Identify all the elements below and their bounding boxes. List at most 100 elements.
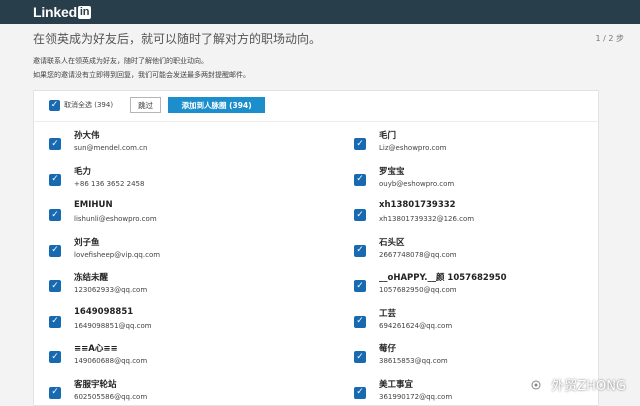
logo-text: Linked [33, 4, 77, 20]
check-icon: ✓ [51, 351, 59, 362]
contact-checkbox[interactable]: ✓ [354, 173, 366, 186]
contact-email: 361990172@qq.com [379, 392, 453, 401]
top-navbar: Linked in [0, 0, 640, 24]
contact-item[interactable]: ✓ 客服宇轮站 602505586@qq.com [49, 378, 147, 401]
check-icon: ✓ [50, 99, 59, 110]
contact-checkbox[interactable]: ✓ [354, 138, 366, 150]
contact-info: 工芸 694261624@qq.com [379, 307, 452, 330]
contact-item[interactable]: ✓ 美工事宜 361990172@qq.com [354, 378, 452, 401]
watermark-text: 外贸ZHONG [551, 379, 626, 394]
check-icon: ✓ [356, 174, 364, 184]
linkedin-logo[interactable]: Linked in [33, 4, 92, 20]
intro-text: 邀请联系人在领英成为好友，随时了解他们的职业动向。 [33, 57, 208, 65]
contact-item[interactable]: ✓ 罗宝宝 ouyb@eshowpro.com [354, 165, 454, 188]
contact-info: 毛门 Liz@eshowpro.com [379, 129, 446, 152]
select-all-label[interactable]: 取消全选 (394) [64, 100, 113, 110]
contact-info: 莓仔 38615853@qq.com [379, 342, 448, 365]
contact-checkbox[interactable]: ✓ [354, 244, 366, 257]
reminder-text: 如果您的邀请没有立即得到回复，我们可能会发送最多两封提醒邮件。 [33, 71, 250, 79]
contact-item[interactable]: ✓ __oHAPPY.__颜 1057682950 1057682950@qq.co… [354, 271, 507, 294]
check-icon: ✓ [51, 174, 59, 184]
contact-email: 149060688@qq.com [74, 357, 148, 365]
check-icon: ✓ [51, 280, 59, 291]
contact-name: 1649098851 [74, 306, 134, 317]
contact-name: 冻结未醒 [74, 273, 109, 283]
contact-name: 刘子鱼 [74, 237, 100, 248]
selection-toolbar: ✓ 取消全选 (394) 跳过 添加到人脉圈 (394) [49, 97, 266, 113]
contact-name: 莓仔 [379, 344, 397, 354]
check-icon: ✓ [356, 280, 364, 291]
page-title: 在领英成为好友后，就可以随时了解对方的职场动向。 [33, 32, 322, 46]
contact-name: ≡≡A心≡≡ [74, 344, 118, 354]
step-indicator: 1 / 2 步 [595, 34, 624, 43]
contact-checkbox[interactable]: ✓ [49, 280, 61, 292]
contact-item[interactable]: ✓ 工芸 694261624@qq.com [354, 307, 452, 330]
check-icon: ✓ [51, 387, 59, 397]
contact-email: 123062933@qq.com [74, 286, 148, 294]
contact-name: 毛门 [379, 131, 397, 141]
contact-info: xh13801739332 xh13801739332@126.com [379, 200, 474, 223]
contact-checkbox[interactable]: ✓ [354, 280, 366, 292]
contact-checkbox[interactable]: ✓ [49, 173, 61, 186]
contact-item[interactable]: ✓ 莓仔 38615853@qq.com [354, 342, 448, 365]
contact-email: xh13801739332@126.com [379, 215, 475, 223]
contact-name: 工芸 [379, 308, 397, 319]
check-icon: ✓ [356, 245, 364, 255]
contact-checkbox[interactable]: ✓ [354, 209, 366, 221]
contact-checkbox[interactable]: ✓ [49, 351, 61, 363]
contact-info: 孙大伟 sun@mendel.com.cn [74, 129, 147, 152]
contact-checkbox[interactable]: ✓ [354, 351, 366, 363]
contact-item[interactable]: ✓ xh13801739332 xh13801739332@126.com [354, 200, 474, 223]
add-to-network-button[interactable]: 添加到人脉圈 (394) [168, 97, 266, 113]
contact-item[interactable]: ✓ 1649098851 1649098851@qq.com [49, 307, 152, 330]
contact-info: 客服宇轮站 602505586@qq.com [74, 378, 147, 401]
contact-checkbox[interactable]: ✓ [49, 209, 61, 221]
contact-checkbox[interactable]: ✓ [354, 386, 366, 399]
contacts-card: ✓ 取消全选 (394) 跳过 添加到人脉圈 (394) ✓ 孙大伟 sun@men… [33, 90, 599, 406]
check-icon: ✓ [51, 209, 59, 220]
contact-email: 602505586@qq.com [74, 392, 148, 401]
contact-name: 孙大伟 [74, 131, 100, 141]
contact-email: 1057682950@qq.com [379, 286, 457, 294]
check-icon: ✓ [356, 387, 364, 397]
contact-email: 694261624@qq.com [379, 321, 453, 330]
contact-checkbox[interactable]: ✓ [49, 315, 61, 328]
contact-item[interactable]: ✓ ≡≡A心≡≡ 149060688@qq.com [49, 342, 147, 365]
check-icon: ✓ [356, 316, 364, 326]
contact-info: __oHAPPY.__颜 1057682950 1057682950@qq.com [379, 271, 507, 294]
contact-checkbox[interactable]: ✓ [49, 386, 61, 399]
contact-item[interactable]: ✓ 毛力 +86 136 3652 2458 [49, 165, 144, 188]
check-icon: ✓ [51, 245, 59, 255]
check-icon: ✓ [51, 316, 59, 326]
divider [34, 121, 598, 122]
contact-name: 美工事宜 [379, 379, 414, 390]
check-icon: ✓ [51, 138, 59, 149]
contact-item[interactable]: ✓ EMIHUN lishunli@eshowpro.com [49, 200, 157, 223]
contact-info: 石头区 2667748078@qq.com [379, 236, 457, 259]
contact-checkbox[interactable]: ✓ [49, 244, 61, 257]
contact-info: 罗宝宝 ouyb@eshowpro.com [379, 165, 454, 188]
contact-checkbox[interactable]: ✓ [354, 315, 366, 328]
contact-item[interactable]: ✓ 刘子鱼 lovefisheep@vip.qq.com [49, 236, 160, 259]
check-icon: ✓ [356, 351, 364, 362]
select-all-checkbox[interactable]: ✓ [49, 99, 60, 111]
logo-badge: in [77, 5, 92, 19]
contact-item[interactable]: ✓ 毛门 Liz@eshowpro.com [354, 129, 446, 152]
contact-email: lovefisheep@vip.qq.com [74, 250, 161, 259]
contact-item[interactable]: ✓ 孙大伟 sun@mendel.com.cn [49, 129, 147, 152]
contact-email: 2667748078@qq.com [379, 250, 457, 259]
check-icon: ✓ [356, 209, 364, 220]
contact-item[interactable]: ✓ 冻结未醒 123062933@qq.com [49, 271, 147, 294]
page-header: 在领英成为好友后，就可以随时了解对方的职场动向。 1 / 2 步 [33, 30, 624, 47]
skip-button[interactable]: 跳过 [130, 97, 162, 113]
contact-info: EMIHUN lishunli@eshowpro.com [74, 200, 157, 223]
wechat-logo-icon [527, 375, 546, 394]
contact-name: 客服宇轮站 [74, 379, 117, 390]
contact-info: 刘子鱼 lovefisheep@vip.qq.com [74, 236, 160, 259]
contact-item[interactable]: ✓ 石头区 2667748078@qq.com [354, 236, 457, 259]
contact-name: EMIHUN [74, 200, 113, 210]
contact-checkbox[interactable]: ✓ [49, 138, 61, 150]
contact-email: lishunli@eshowpro.com [74, 215, 157, 223]
contact-info: 毛力 +86 136 3652 2458 [74, 165, 144, 188]
contact-email: sun@mendel.com.cn [74, 144, 148, 152]
